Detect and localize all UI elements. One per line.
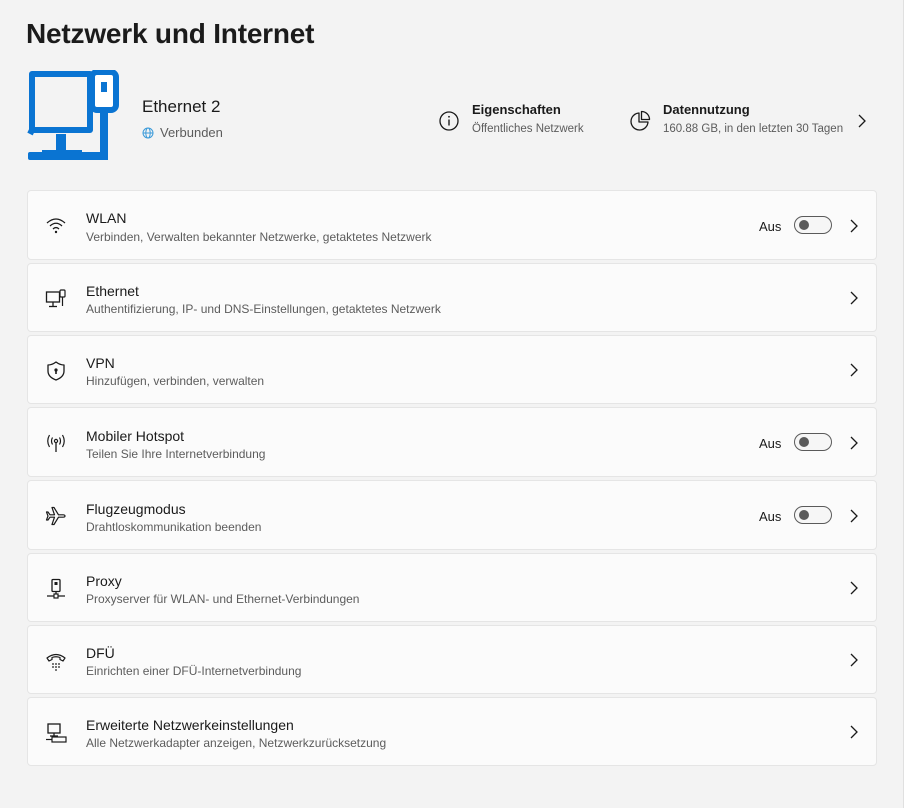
- properties-link[interactable]: Eigenschaften Öffentliches Netzwerk: [438, 102, 584, 135]
- proxy-icon: [45, 578, 67, 600]
- proxy-description: Proxyserver für WLAN- und Ethernet-Verbi…: [86, 592, 360, 606]
- ethernet-title: Ethernet: [86, 283, 139, 299]
- hotspot-state-label: Aus: [759, 436, 782, 451]
- chevron-right-icon: [848, 580, 860, 596]
- toggle-knob: [799, 510, 809, 520]
- dialup-title: DFÜ: [86, 645, 115, 661]
- shield-icon: [45, 360, 67, 382]
- advanced-network-title: Erweiterte Netzwerkeinstellungen: [86, 717, 294, 733]
- dialup-icon: [45, 650, 67, 672]
- dialup-card[interactable]: DFÜ Einrichten einer DFÜ-Internetverbind…: [27, 625, 877, 694]
- hotspot-card[interactable]: Mobiler Hotspot Teilen Sie Ihre Internet…: [27, 407, 877, 477]
- wlan-toggle[interactable]: [794, 216, 832, 234]
- chevron-right-icon: [848, 724, 860, 740]
- chevron-right-icon: [848, 290, 860, 306]
- chevron-right-icon: [848, 435, 860, 451]
- vpn-description: Hinzufügen, verbinden, verwalten: [86, 374, 265, 388]
- data-usage-title: Datennutzung: [663, 102, 750, 117]
- properties-title: Eigenschaften: [472, 102, 561, 117]
- wlan-description: Verbinden, Verwalten bekannter Netzwerke…: [86, 230, 432, 244]
- hotspot-icon: [45, 432, 67, 454]
- globe-icon: [142, 127, 154, 139]
- toggle-knob: [799, 220, 809, 230]
- data-usage-link[interactable]: Datennutzung 160.88 GB, in den letzten 3…: [629, 102, 843, 135]
- airplane-mode-toggle[interactable]: [794, 506, 832, 524]
- data-usage-subtitle: 160.88 GB, in den letzten 30 Tagen: [663, 123, 844, 135]
- wlan-title: WLAN: [86, 210, 127, 226]
- ethernet-icon: [45, 288, 67, 310]
- hotspot-title: Mobiler Hotspot: [86, 428, 185, 444]
- wlan-card[interactable]: WLAN Verbinden, Verwalten bekannter Netz…: [27, 190, 877, 260]
- proxy-card[interactable]: Proxy Proxyserver für WLAN- und Ethernet…: [27, 553, 877, 622]
- chevron-right-icon: [848, 218, 860, 234]
- ethernet-description: Authentifizierung, IP- und DNS-Einstellu…: [86, 302, 441, 316]
- hotspot-description: Teilen Sie Ihre Internetverbindung: [86, 447, 266, 461]
- chevron-right-icon: [848, 652, 860, 668]
- wlan-state-label: Aus: [759, 219, 782, 234]
- chevron-right-icon[interactable]: [856, 113, 868, 129]
- pie-chart-icon: [629, 110, 651, 132]
- advanced-network-description: Alle Netzwerkadapter anzeigen, Netzwerkz…: [86, 736, 387, 750]
- airplane-icon: [45, 505, 67, 527]
- airplane-mode-card[interactable]: Flugzeugmodus Drahtloskommunikation been…: [27, 480, 877, 550]
- airplane-mode-description: Drahtloskommunikation beenden: [86, 520, 262, 534]
- connection-status: Verbunden: [142, 125, 223, 140]
- proxy-title: Proxy: [86, 573, 122, 589]
- connection-name: Ethernet 2: [142, 97, 221, 116]
- ethernet-computer-icon: [26, 70, 122, 165]
- page-title: Netzwerk und Internet: [26, 18, 315, 49]
- info-icon: [438, 110, 460, 132]
- chevron-right-icon: [848, 508, 860, 524]
- vpn-card[interactable]: VPN Hinzufügen, verbinden, verwalten: [27, 335, 877, 404]
- connection-status-label: Verbunden: [160, 125, 223, 140]
- airplane-mode-title: Flugzeugmodus: [86, 501, 186, 517]
- dialup-description: Einrichten einer DFÜ-Internetverbindung: [86, 664, 302, 678]
- properties-subtitle: Öffentliches Netzwerk: [472, 123, 584, 135]
- window-edge: [903, 0, 907, 808]
- ethernet-card[interactable]: Ethernet Authentifizierung, IP- und DNS-…: [27, 263, 877, 332]
- airplane-mode-state-label: Aus: [759, 509, 782, 524]
- vpn-title: VPN: [86, 355, 115, 371]
- hotspot-toggle[interactable]: [794, 433, 832, 451]
- advanced-network-card[interactable]: Erweiterte Netzwerkeinstellungen Alle Ne…: [27, 697, 877, 766]
- wifi-icon: [45, 215, 67, 237]
- chevron-right-icon: [848, 362, 860, 378]
- toggle-knob: [799, 437, 809, 447]
- advanced-network-icon: [45, 722, 67, 744]
- network-hero: Ethernet 2 Verbunden Eigenschaften Öffen…: [26, 70, 878, 165]
